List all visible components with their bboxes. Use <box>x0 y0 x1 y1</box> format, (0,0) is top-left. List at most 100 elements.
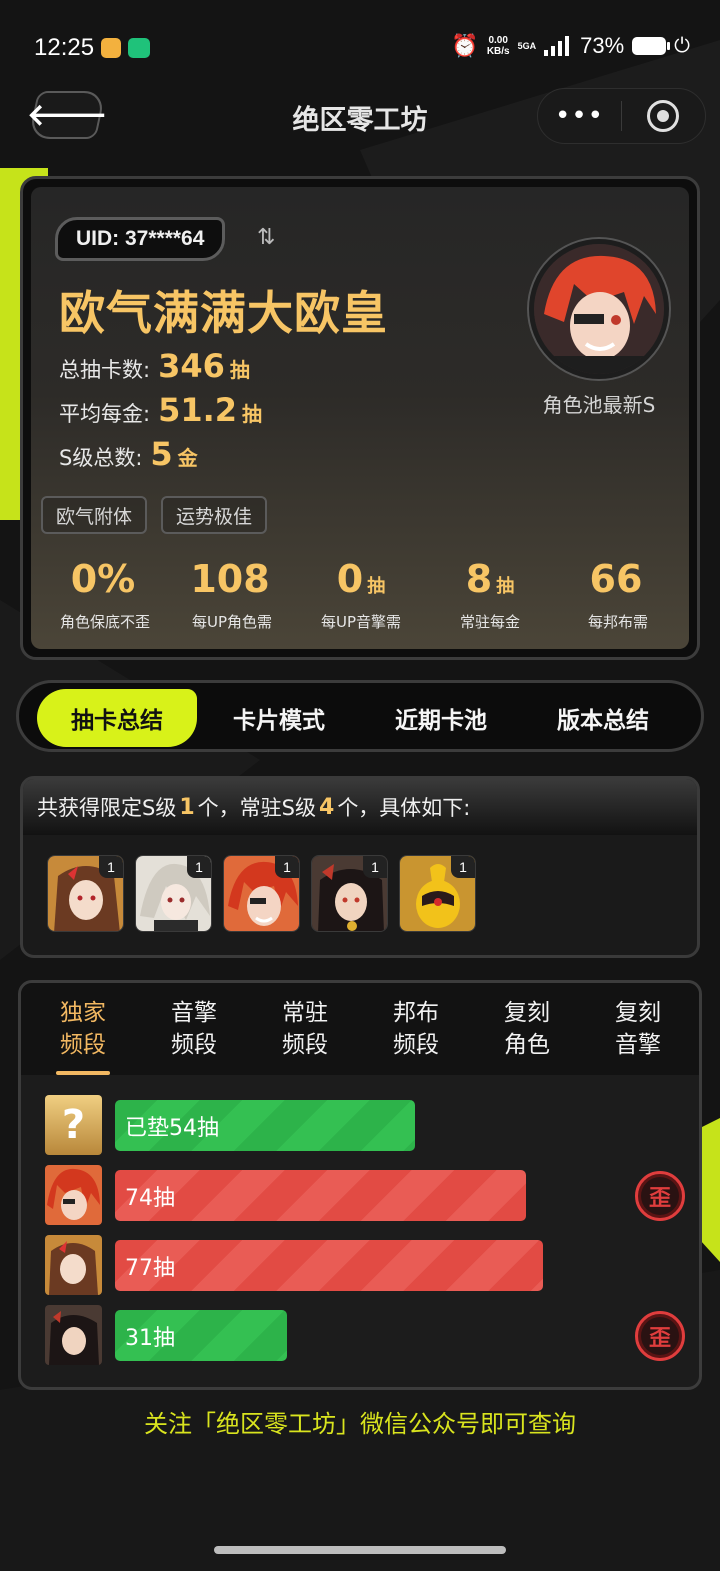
character-count: 1 <box>187 856 211 878</box>
switch-account-icon[interactable]: ⇅ <box>257 225 275 250</box>
mini-stat-up-char: 108 每UP角色需 <box>168 557 296 632</box>
stat-unit: 金 <box>177 446 198 470</box>
mini-stat-number: 66 <box>589 557 643 601</box>
close-mini-program-button[interactable] <box>622 100 705 132</box>
stat-unit: 抽 <box>242 402 263 426</box>
summary-suffix: 个，具体如下: <box>337 796 471 820</box>
pity-bar: 31抽 <box>115 1310 287 1361</box>
red-hair-character-icon <box>534 244 664 374</box>
tab-line1: 邦布 <box>393 1000 439 1026</box>
stat-unit: 抽 <box>229 358 250 382</box>
stat-value: 5 <box>150 435 173 473</box>
network-speed: 0.00 KB/s <box>487 35 510 57</box>
off-banner-badge-icon: 歪 <box>635 1311 685 1361</box>
notification-chat-icon <box>128 38 150 58</box>
tab-line1: 音擎 <box>171 1000 217 1026</box>
tab-line2: 频段 <box>282 1032 328 1058</box>
uid-badge[interactable]: UID: 37****64 <box>55 217 226 261</box>
tab-recent-banners[interactable]: 近期卡池 <box>361 689 521 747</box>
brown-hair-character-thumb[interactable]: 1 <box>47 855 124 932</box>
pity-tab-strip: 独家 频段 音擎 频段 常驻 频段 邦布 频段 复刻 角色 复刻 音擎 <box>21 983 699 1075</box>
top-nav: 🡐 绝区零工坊 ••• <box>0 88 720 144</box>
mini-stat-number: 108 <box>190 557 270 601</box>
mini-stat-label: 角色保底不歪 <box>59 613 150 631</box>
question-mark-icon: ? <box>45 1095 102 1155</box>
speed-unit: KB/s <box>486 46 510 57</box>
footer-tip: 关注「绝区零工坊」微信公众号即可查询 <box>144 1410 576 1438</box>
profile-card: UID: 37****64 ⇅ 欧气满满大欧皇 总抽卡数: 346 抽 平均每金… <box>20 176 700 660</box>
tab-version-summary[interactable]: 版本总结 <box>523 689 683 747</box>
charging-icon: ⏻ <box>674 34 690 57</box>
status-right: ⏰ 0.00 KB/s 5GA 73% ⏻ <box>451 33 690 59</box>
tab-line1: 复刻 <box>615 1000 661 1026</box>
pity-bar: 77抽 <box>115 1240 543 1291</box>
tab-bangboo-channel[interactable]: 邦布 频段 <box>371 997 461 1061</box>
pity-row: 31抽 歪 <box>45 1305 685 1365</box>
mini-stat-number: 0 <box>336 557 364 601</box>
tab-line2: 频段 <box>60 1032 106 1058</box>
brown-hair-character-icon <box>45 1235 102 1295</box>
pity-bar: 74抽 <box>115 1170 526 1221</box>
character-count: 1 <box>275 856 299 878</box>
mini-stat-label: 常驻每金 <box>459 613 520 631</box>
tab-line2: 频段 <box>393 1032 439 1058</box>
stat-value: 346 <box>158 347 225 385</box>
mini-stat-up-engine: 0抽 每UP音擎需 <box>297 557 425 632</box>
tab-card-mode[interactable]: 卡片模式 <box>199 689 359 747</box>
signal-icon <box>544 36 570 56</box>
latest-s-avatar <box>529 239 669 379</box>
mini-stat-number: 8 <box>465 557 493 601</box>
tab-line1: 独家 <box>60 1000 106 1026</box>
character-count: 1 <box>363 856 387 878</box>
tab-line2: 角色 <box>504 1032 550 1058</box>
red-hair-character-thumb[interactable]: 1 <box>223 855 300 932</box>
mini-stat-number: 0% <box>70 557 136 601</box>
pity-bar: 已垫54抽 <box>115 1100 415 1151</box>
fortune-tag: 运势极佳 <box>161 496 268 534</box>
black-hair-character-thumb[interactable]: 1 <box>311 855 388 932</box>
status-time: 12:25 <box>34 34 95 61</box>
mini-stat-no-loss: 0% 角色保底不歪 <box>41 557 169 632</box>
mini-stat-unit: 抽 <box>496 576 515 597</box>
character-count: 1 <box>99 856 123 878</box>
stat-label: 平均每金: <box>59 402 151 426</box>
mini-stat-value: 8抽 <box>426 557 554 609</box>
stat-label: 总抽卡数: <box>59 358 151 382</box>
summary-middle: 个，常驻S级 <box>197 796 316 820</box>
stat-label: S级总数: <box>59 446 143 470</box>
profile-card-body: UID: 37****64 ⇅ 欧气满满大欧皇 总抽卡数: 346 抽 平均每金… <box>31 187 689 649</box>
tab-line2: 音擎 <box>615 1032 661 1058</box>
character-count: 1 <box>451 856 475 878</box>
mini-stat-value: 108 <box>168 557 296 609</box>
stat-s-total: S级总数: 5 金 <box>59 435 198 473</box>
tab-rerun-character[interactable]: 复刻 角色 <box>482 997 572 1061</box>
limited-count: 1 <box>179 794 195 820</box>
summary-header: 共获得限定S级 1 个，常驻S级 4 个，具体如下: <box>23 779 697 835</box>
pity-history-card: 独家 频段 音擎 频段 常驻 频段 邦布 频段 复刻 角色 复刻 音擎 ? 已垫54抽 74… <box>18 980 702 1390</box>
stat-value: 51.2 <box>158 391 238 429</box>
mini-stat-bangboo: 66 每邦布需 <box>554 557 682 632</box>
summary-prefix: 共获得限定S级 <box>37 796 177 820</box>
mini-stat-value: 0抽 <box>297 557 425 609</box>
tab-standard-channel[interactable]: 常驻 频段 <box>260 997 350 1061</box>
notification-app-icon <box>101 38 121 58</box>
home-indicator[interactable] <box>214 1546 506 1554</box>
tab-engine-channel[interactable]: 音擎 频段 <box>149 997 239 1061</box>
mini-program-capsule: ••• <box>537 88 706 144</box>
tab-pull-summary[interactable]: 抽卡总结 <box>37 689 197 747</box>
stat-total-pulls: 总抽卡数: 346 抽 <box>59 347 250 385</box>
luck-tag: 欧气附体 <box>41 496 148 534</box>
off-banner-badge-icon: 歪 <box>635 1171 685 1221</box>
yellow-bangboo-thumb[interactable]: 1 <box>399 855 476 932</box>
black-hair-character-icon <box>45 1305 102 1365</box>
tab-rerun-engine[interactable]: 复刻 音擎 <box>593 997 683 1061</box>
battery-percent: 73% <box>580 33 625 58</box>
more-dots-icon[interactable]: ••• <box>538 103 621 129</box>
standard-count: 4 <box>319 794 335 820</box>
pity-row: ? 已垫54抽 <box>45 1095 685 1155</box>
target-icon <box>647 100 680 132</box>
tab-exclusive-channel[interactable]: 独家 频段 <box>38 997 128 1075</box>
white-hair-character-thumb[interactable]: 1 <box>135 855 212 932</box>
battery-icon <box>632 37 671 55</box>
mini-stat-value: 0% <box>41 557 169 609</box>
